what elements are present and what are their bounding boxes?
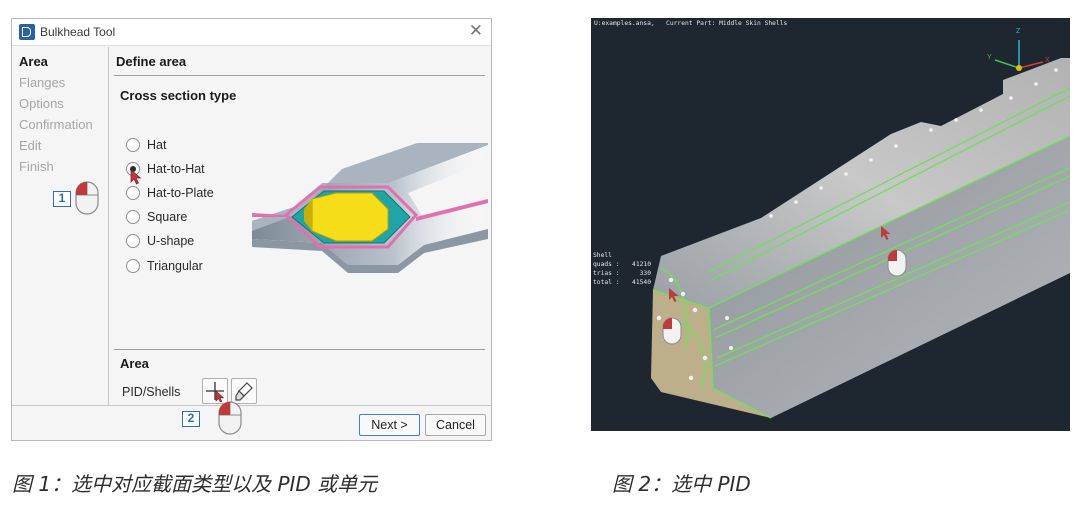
- stat-label: quads :: [593, 261, 620, 268]
- define-area-heading: Define area: [116, 54, 187, 69]
- mouse-left-click-icon: [887, 249, 907, 277]
- mouse-left-click-icon: [662, 317, 682, 345]
- figure-1-caption: 图 1：选中对应截面类型以及 PID 或单元: [12, 472, 378, 496]
- cancel-button[interactable]: Cancel: [425, 414, 486, 436]
- dialog-footer: 2 Next > Cancel: [12, 401, 491, 441]
- radio-label: U-shape: [147, 234, 195, 248]
- stat-row: trias : 330: [593, 269, 651, 278]
- hat-to-hat-section-illustration: [252, 143, 488, 273]
- title-bar: Bulkhead Tool ✕: [12, 19, 491, 46]
- cross-section-heading: Cross section type: [120, 88, 237, 103]
- nav-item-options[interactable]: Options: [19, 96, 64, 111]
- step-2-badge: 2: [182, 411, 200, 427]
- radio-label: Hat-to-Hat: [147, 162, 205, 176]
- stat-row: total : 41540: [593, 278, 651, 287]
- radio-button[interactable]: [126, 138, 140, 152]
- nav-item-edit[interactable]: Edit: [19, 138, 41, 153]
- radio-label: Hat-to-Plate: [147, 186, 214, 200]
- bulkhead-tool-dialog: Bulkhead Tool ✕ Area Flanges Options Con…: [11, 18, 492, 441]
- brush-icon: [235, 382, 253, 401]
- window-title: Bulkhead Tool: [40, 25, 116, 39]
- crosshair-icon: [206, 382, 225, 403]
- nav-item-flanges[interactable]: Flanges: [19, 75, 65, 90]
- area-divider: [114, 349, 485, 350]
- radio-button[interactable]: [126, 210, 140, 224]
- stat-value: 41540: [632, 279, 651, 286]
- mouse-left-click-icon: [75, 181, 99, 215]
- axis-triad: [994, 40, 1044, 71]
- content-panel: Define area Cross section type Hat Hat-t…: [110, 47, 491, 405]
- pointer-cursor-icon: [130, 169, 142, 185]
- mouse-left-click-icon: [218, 401, 242, 435]
- viewport-status: U:examples.ansa, Current Part: Middle Sk…: [594, 20, 788, 27]
- next-button[interactable]: Next >: [359, 414, 420, 436]
- axis-x-label: X: [1045, 57, 1050, 64]
- radio-label: Triangular: [147, 259, 203, 273]
- radio-button[interactable]: [126, 259, 140, 273]
- stat-label: total :: [593, 279, 620, 286]
- stats-title: Shell: [593, 252, 612, 259]
- radio-label: Hat: [147, 138, 167, 152]
- stat-row: quads : 41210: [593, 260, 651, 269]
- axis-y-label: Y: [987, 54, 992, 61]
- step-1-badge: 1: [53, 191, 71, 207]
- pid-shells-label: PID/Shells: [122, 385, 181, 399]
- element-statistics: Shell quads : 41210 trias : 330 total : …: [593, 251, 651, 287]
- nav-item-area[interactable]: Area: [19, 54, 48, 69]
- heading-divider: [114, 75, 485, 76]
- figure-2-caption: 图 2：选中 PID: [612, 472, 751, 496]
- wizard-nav: Area Flanges Options Confirmation Edit F…: [12, 47, 109, 405]
- axis-z-label: Z: [1016, 28, 1021, 35]
- nav-item-confirmation[interactable]: Confirmation: [19, 117, 93, 132]
- stat-value: 330: [639, 270, 651, 277]
- area-heading: Area: [120, 356, 149, 371]
- close-icon[interactable]: ✕: [469, 22, 483, 40]
- stat-label: trias :: [593, 270, 620, 277]
- radio-button[interactable]: [126, 186, 140, 200]
- radio-label: Square: [147, 210, 188, 224]
- stat-value: 41210: [632, 261, 651, 268]
- nav-item-finish[interactable]: Finish: [19, 159, 54, 174]
- radio-button[interactable]: [126, 234, 140, 248]
- ansa-3d-viewport[interactable]: Z X Y U:examples.ansa, Current Part: Mid…: [591, 18, 1070, 431]
- app-logo-icon: [19, 24, 35, 40]
- bulkhead-model-render: [651, 40, 1070, 419]
